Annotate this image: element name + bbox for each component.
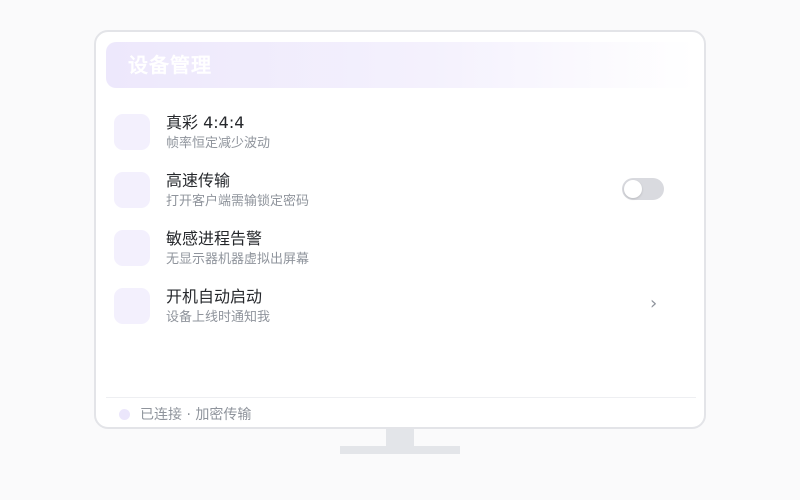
toggle-knob: [624, 180, 642, 198]
monitor-stand-neck: [386, 429, 414, 446]
alert-icon: [114, 230, 150, 266]
monitor-stand-base: [340, 446, 460, 454]
footer-divider: [106, 397, 696, 398]
setting-subtitle: 帧率恒定减少波动: [166, 136, 271, 151]
setting-subtitle: 设备上线时通知我: [166, 310, 271, 325]
setting-subtitle: 无显示器机器虚拟出屏幕: [166, 252, 310, 267]
setting-row-auto-start[interactable]: 开机自动启动 设备上线时通知我 ›: [114, 287, 674, 332]
desktop-stage: 设备管理 真彩 4:4:4 帧率恒定减少波动 高速传输 打开客户端需输锁定密码 …: [0, 0, 800, 500]
true-color-icon: [114, 114, 150, 150]
header-bar: 设备管理: [106, 42, 696, 88]
high-speed-toggle[interactable]: [622, 178, 664, 200]
power-icon: [114, 288, 150, 324]
setting-title: 高速传输: [166, 171, 231, 190]
setting-title: 敏感进程告警: [166, 229, 263, 248]
page-title: 设备管理: [128, 53, 212, 77]
setting-subtitle: 打开客户端需输锁定密码: [166, 194, 310, 209]
setting-title: 真彩 4:4:4: [166, 113, 245, 132]
connection-status: 已连接 · 加密传输: [140, 407, 252, 423]
setting-row-high-speed[interactable]: 高速传输 打开客户端需输锁定密码: [114, 171, 674, 216]
high-speed-icon: [114, 172, 150, 208]
status-dot-icon: [119, 409, 130, 420]
setting-title: 开机自动启动: [166, 287, 263, 306]
chevron-right-icon[interactable]: ›: [650, 294, 657, 314]
monitor-screen: 设备管理 真彩 4:4:4 帧率恒定减少波动 高速传输 打开客户端需输锁定密码 …: [94, 30, 706, 429]
setting-row-true-color[interactable]: 真彩 4:4:4 帧率恒定减少波动: [114, 113, 674, 158]
setting-row-sensitive-alert[interactable]: 敏感进程告警 无显示器机器虚拟出屏幕: [114, 229, 674, 274]
